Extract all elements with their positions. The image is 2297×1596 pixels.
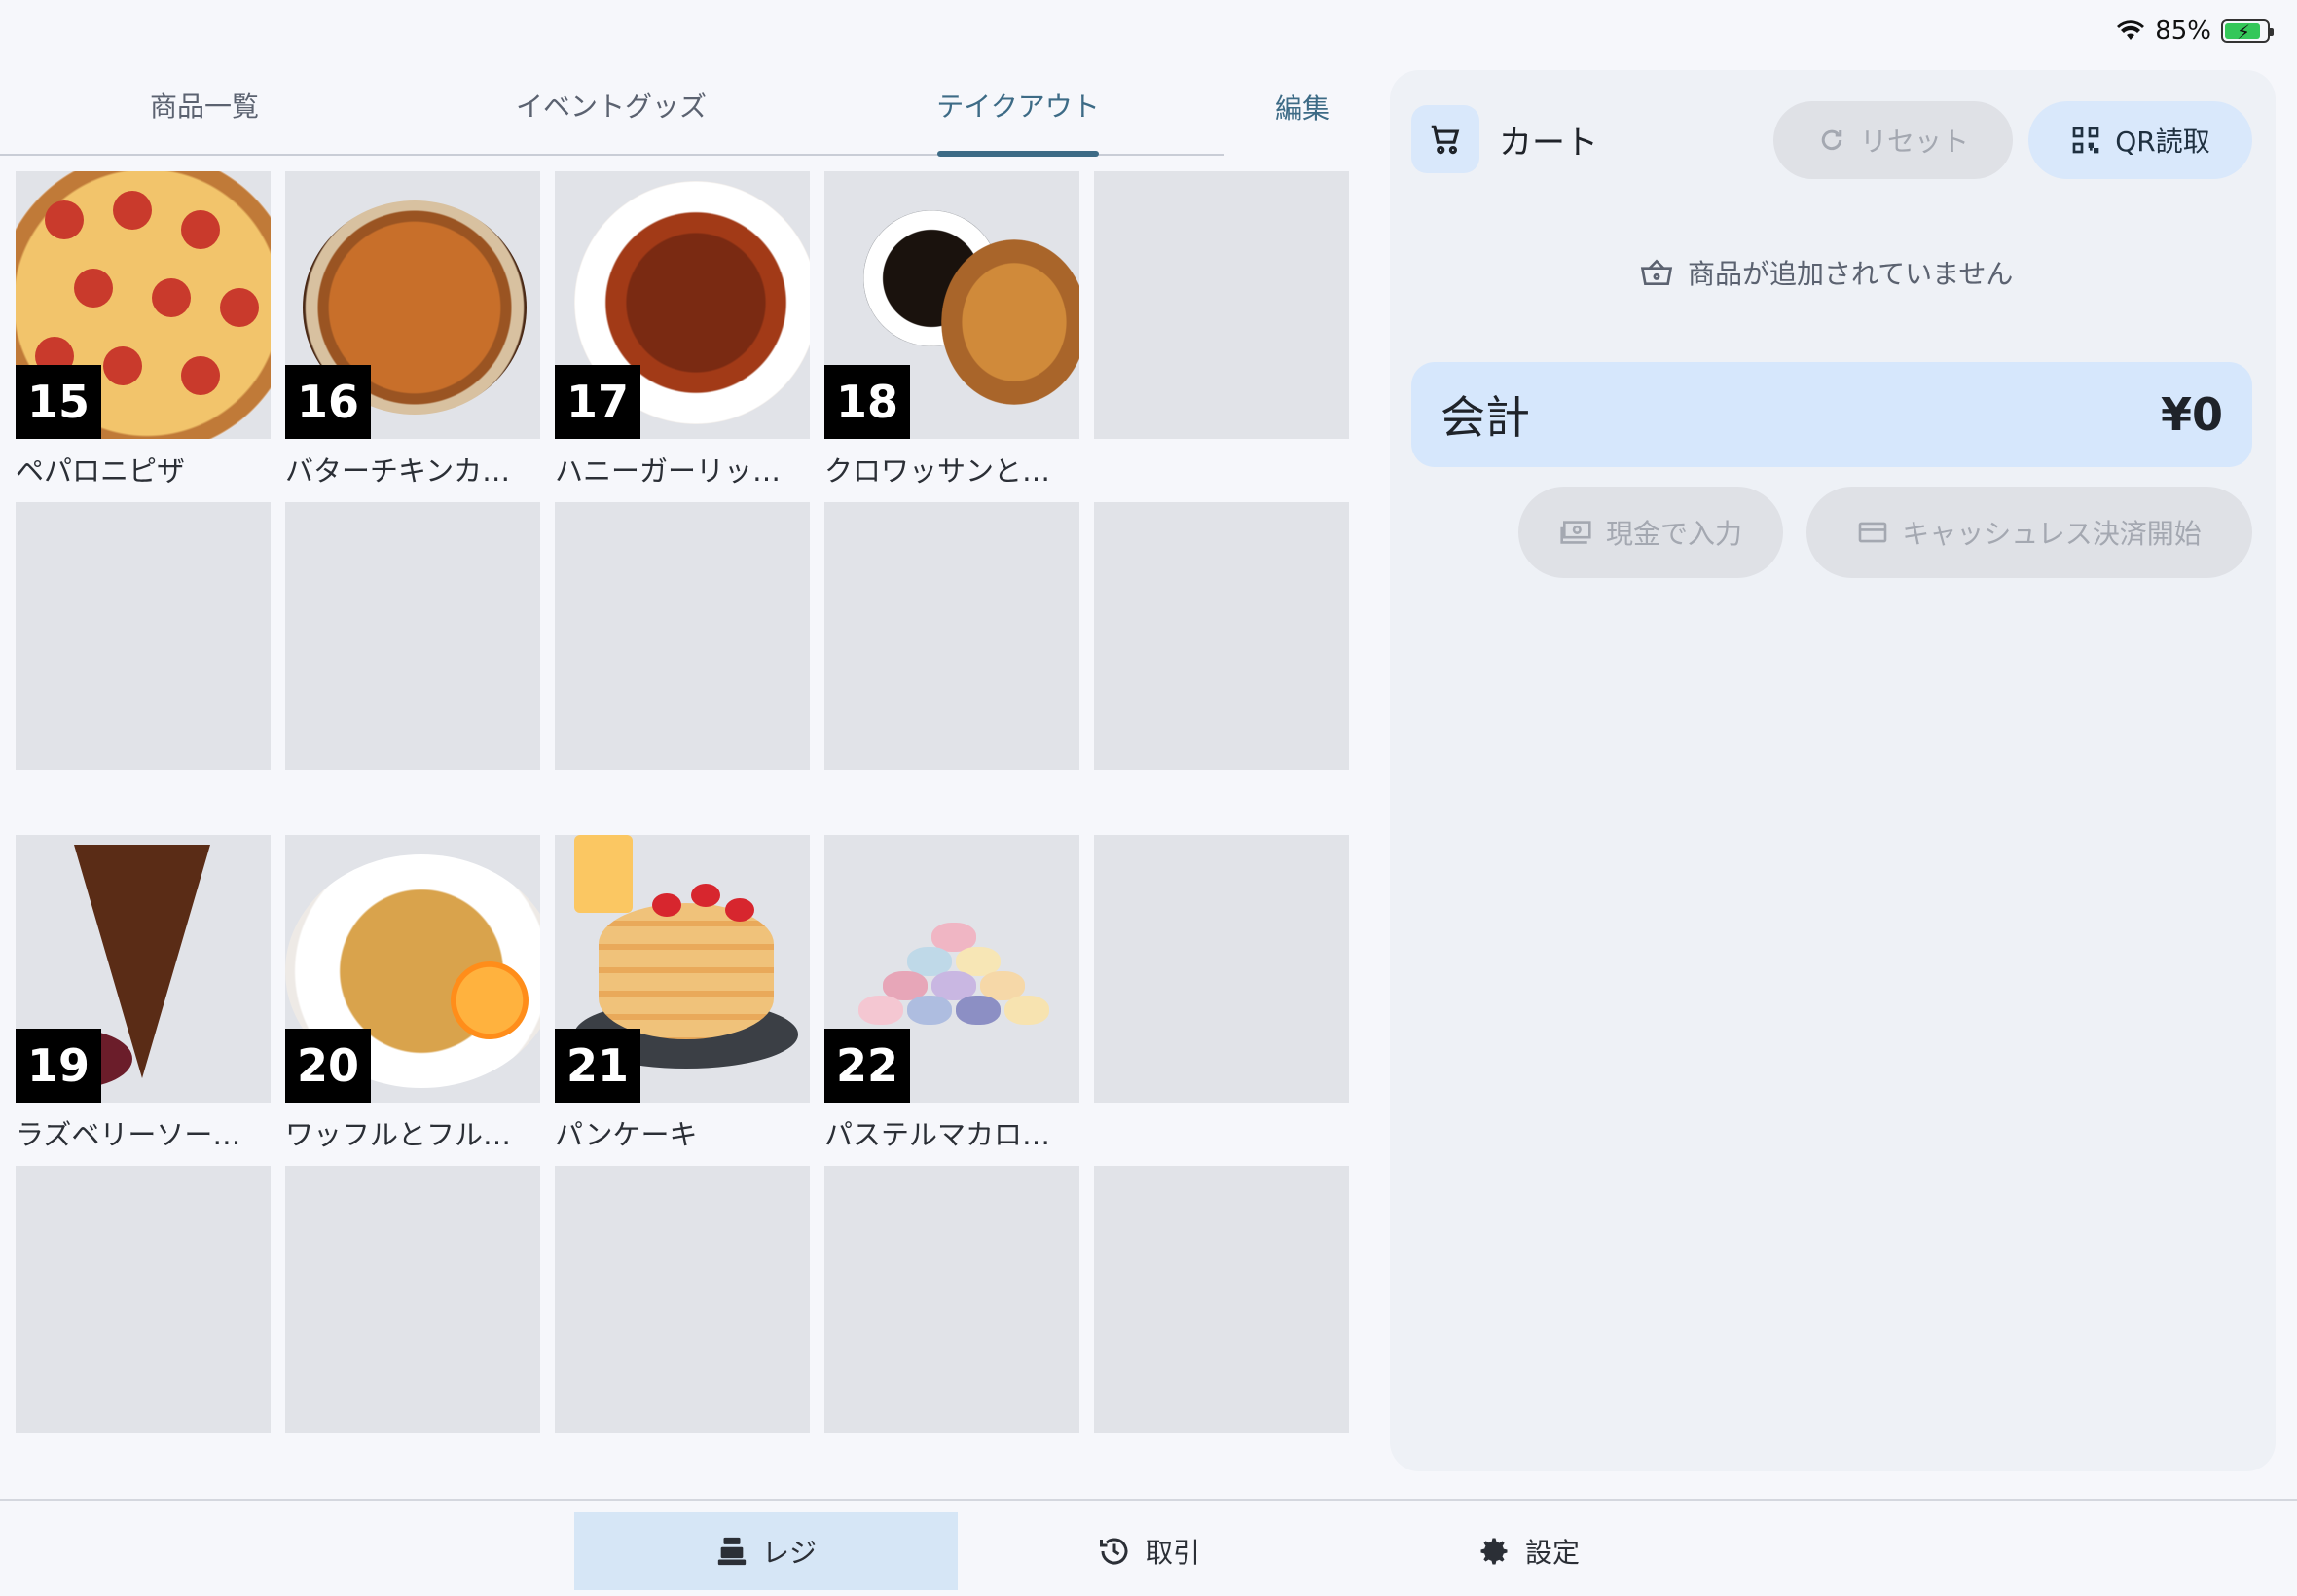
nav-register[interactable]: レジ xyxy=(574,1512,958,1590)
bottom-navigation: レジ 取引 設定 xyxy=(0,1499,2297,1596)
tab-takeout[interactable]: テイクアウト xyxy=(814,86,1222,157)
nav-transactions[interactable]: 取引 xyxy=(1051,1512,1246,1590)
product-grid: 15 ペパロニピザ 16 バターチキンカ… 17 ハニーガーリッ… 18 クロワ… xyxy=(16,171,1349,1438)
battery-icon: ⚡ xyxy=(2221,19,2274,44)
butter-chicken-curry-image: 16 xyxy=(285,171,540,439)
status-bar: 85% ⚡ xyxy=(2116,10,2274,53)
checkout-label: 会計 xyxy=(1440,391,1530,444)
product-tile[interactable]: 22 パステルマカロ… xyxy=(824,835,1079,1166)
product-name: パンケーキ xyxy=(555,1118,698,1151)
empty-slot[interactable] xyxy=(824,502,1079,835)
qr-code-icon xyxy=(2072,127,2099,154)
battery-percent: 85% xyxy=(2155,17,2211,46)
product-tile[interactable]: 20 ワッフルとフル… xyxy=(285,835,540,1166)
empty-slot[interactable] xyxy=(16,1166,271,1438)
cart-icon xyxy=(1411,105,1479,173)
empty-slot[interactable] xyxy=(1094,171,1349,502)
product-name: クロワッサンと… xyxy=(824,454,1051,488)
empty-slot[interactable] xyxy=(16,502,271,835)
empty-slot[interactable] xyxy=(555,1166,810,1438)
credit-card-icon xyxy=(1858,522,1887,543)
chocolate-cake-image: 19 xyxy=(16,835,271,1103)
cash-input-button[interactable]: 現金で入力 xyxy=(1518,487,1783,578)
empty-slot[interactable] xyxy=(285,502,540,835)
category-tabs: 商品一覧 イベントグッズ テイクアウト xyxy=(0,68,1224,157)
product-number: 17 xyxy=(555,365,641,439)
history-icon xyxy=(1099,1538,1128,1565)
edit-button[interactable]: 編集 xyxy=(1275,88,1330,127)
cart-header: カート xyxy=(1411,105,1598,173)
product-tile[interactable]: 18 クロワッサンと… xyxy=(824,171,1079,502)
cart-title: カート xyxy=(1499,123,1598,163)
tab-event-goods[interactable]: イベントグッズ xyxy=(407,86,816,154)
product-number: 22 xyxy=(824,1029,911,1103)
cashless-payment-button[interactable]: キャッシュレス決済開始 xyxy=(1806,487,2252,578)
product-tile[interactable]: 16 バターチキンカ… xyxy=(285,171,540,502)
active-tab-indicator xyxy=(937,151,1099,157)
pastel-macarons-image: 22 xyxy=(824,835,1079,1103)
product-number: 15 xyxy=(16,365,102,439)
product-tile[interactable]: 17 ハニーガーリッ… xyxy=(555,171,810,502)
basket-icon xyxy=(1640,259,1673,285)
checkout-total: ¥0 xyxy=(2160,388,2223,441)
empty-slot[interactable] xyxy=(1094,502,1349,835)
empty-slot[interactable] xyxy=(285,1166,540,1438)
product-number: 20 xyxy=(285,1029,372,1103)
honey-garlic-wings-image: 17 xyxy=(555,171,810,439)
product-number: 19 xyxy=(16,1029,102,1103)
product-name: ハニーガーリッ… xyxy=(555,454,782,488)
cash-icon xyxy=(1560,521,1591,544)
empty-slot[interactable] xyxy=(1094,1166,1349,1438)
product-name: ラズベリーソー… xyxy=(16,1118,241,1151)
pepperoni-pizza-image: 15 xyxy=(16,171,271,439)
qr-scan-button[interactable]: QR読取 xyxy=(2028,101,2252,179)
empty-slot[interactable] xyxy=(1094,835,1349,1166)
settings-gear-icon xyxy=(1480,1538,1508,1565)
product-name: ワッフルとフル… xyxy=(285,1118,512,1151)
wifi-icon xyxy=(2117,20,2145,40)
croissant-coffee-image: 18 xyxy=(824,171,1079,439)
product-tile[interactable]: 19 ラズベリーソー… xyxy=(16,835,271,1166)
register-icon xyxy=(717,1537,747,1566)
product-name: パステルマカロ… xyxy=(824,1118,1051,1151)
empty-slot[interactable] xyxy=(555,502,810,835)
nav-settings[interactable]: 設定 xyxy=(1431,1512,1625,1590)
refresh-icon xyxy=(1821,129,1842,151)
product-name: ペパロニピザ xyxy=(16,454,186,488)
product-number: 21 xyxy=(555,1029,641,1103)
waffle-fruit-image: 20 xyxy=(285,835,540,1103)
tab-all-products[interactable]: 商品一覧 xyxy=(0,86,409,154)
product-number: 18 xyxy=(824,365,911,439)
cart-empty-message: 商品が追加されていません xyxy=(1639,253,2013,292)
cart-panel: カート リセット QR読取 商品が追加されていません 会計 ¥0 現金で入力 キ… xyxy=(1390,70,2276,1471)
product-number: 16 xyxy=(285,365,372,439)
checkout-button[interactable]: 会計 ¥0 xyxy=(1411,362,2252,467)
product-tile[interactable]: 21 パンケーキ xyxy=(555,835,810,1166)
product-tile[interactable]: 15 ペパロニピザ xyxy=(16,171,271,502)
pancakes-image: 21 xyxy=(555,835,810,1103)
product-name: バターチキンカ… xyxy=(285,454,511,488)
reset-button[interactable]: リセット xyxy=(1773,101,2013,179)
empty-slot[interactable] xyxy=(824,1166,1079,1438)
